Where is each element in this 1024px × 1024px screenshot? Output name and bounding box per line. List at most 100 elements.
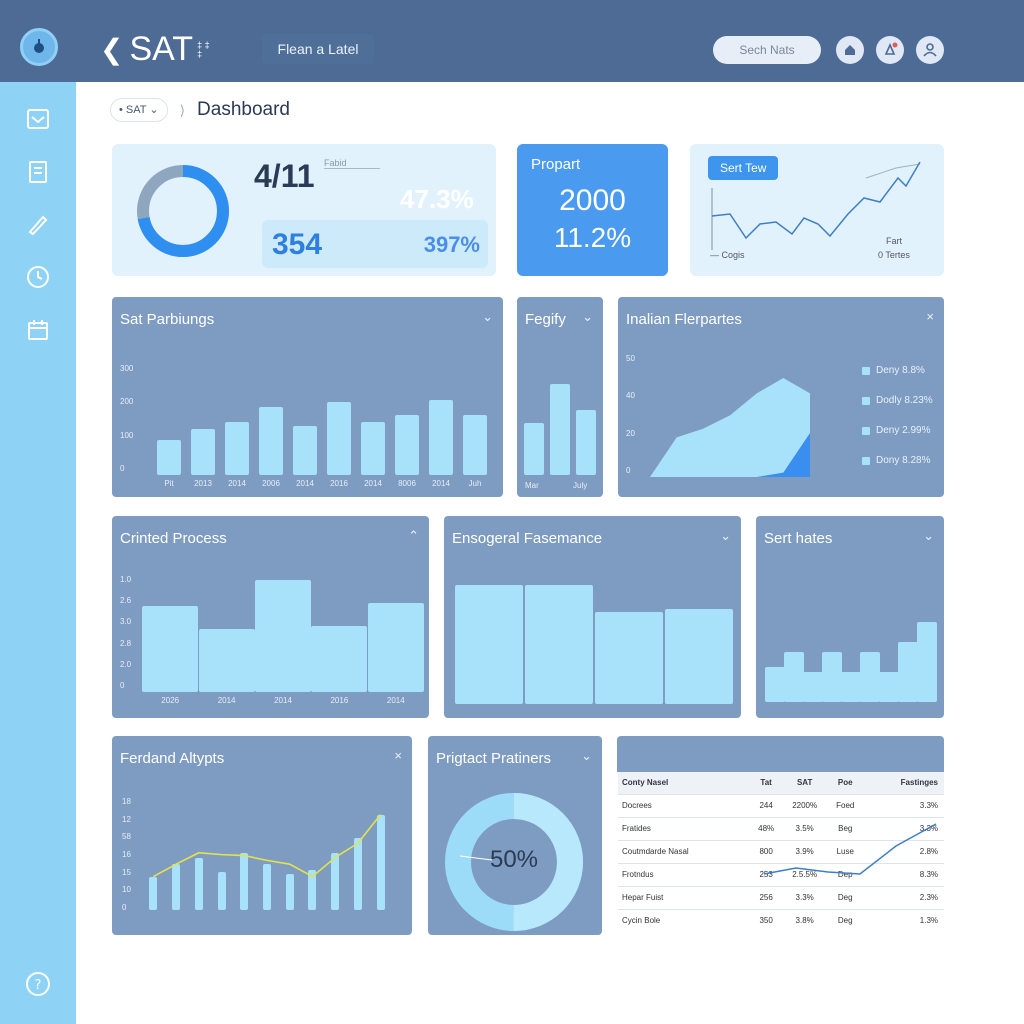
legend-label: Deny 2.99% xyxy=(876,425,931,436)
bar xyxy=(311,625,368,692)
logo-icon[interactable] xyxy=(20,28,58,66)
document-icon[interactable] xyxy=(24,158,52,186)
x-tick-label: 2016 xyxy=(330,696,349,705)
bar xyxy=(595,611,663,704)
trend-card: Sert Tew — Cogis Fart 0 Tertes xyxy=(690,144,944,276)
topbar-link[interactable]: Flean a Latel xyxy=(262,34,374,64)
y-tick-label: 40 xyxy=(626,391,635,401)
close-icon[interactable]: × xyxy=(926,309,934,324)
bar xyxy=(524,423,544,475)
bar xyxy=(803,672,824,702)
bar xyxy=(157,440,181,475)
legend-item: Deny 2.99% xyxy=(862,425,930,436)
table-cell: Hepar Fuist xyxy=(618,885,752,909)
table-cell: Docrees xyxy=(618,793,752,817)
panel-title: Fegify xyxy=(525,311,566,328)
bar xyxy=(859,652,880,702)
table-cell: 3.8% xyxy=(781,908,829,932)
chevron-up-icon[interactable]: ⌃ xyxy=(408,528,419,544)
chevron-left-icon[interactable]: ❮ xyxy=(100,33,123,66)
top-bar: ❮ SAT ‡ ‡ ‡ Flean a Latel Sech Nats xyxy=(0,0,1024,82)
ratio-value: 4/11 xyxy=(254,158,315,194)
home-icon[interactable] xyxy=(836,36,864,64)
chevron-down-icon[interactable]: ⌄ xyxy=(923,528,934,544)
clock-icon[interactable] xyxy=(24,263,52,291)
search-input[interactable]: Sech Nats xyxy=(713,36,821,64)
chevron-down-icon[interactable]: ⌄ xyxy=(720,528,731,544)
chevron-down-icon[interactable]: ⌄ xyxy=(482,309,493,325)
y-tick-label: 0 xyxy=(120,681,125,690)
legend-label: Deny 8.8% xyxy=(876,365,925,376)
panel-fegify: Fegify ⌄ Mar July xyxy=(517,297,603,497)
table-header-row: Conty Nasel Tat SAT Poe Fastinges xyxy=(618,772,944,794)
user-icon[interactable] xyxy=(916,36,944,64)
column-header[interactable]: Tat xyxy=(751,772,782,794)
table-cell: 3.3% xyxy=(781,885,829,909)
bar xyxy=(765,667,786,702)
table-row[interactable]: Hepar Fuist 256 3.3% Deg 2.3% xyxy=(618,885,944,909)
panel-title: Crinted Process xyxy=(120,530,227,547)
bar xyxy=(897,642,918,702)
table-row[interactable]: Docrees 244 2200% Foed 3.3% xyxy=(618,793,944,817)
y-tick-label: 2.0 xyxy=(120,659,132,669)
panel-inalian-flerpartes: Inalian Flerpartes × 50 40 20 0 Deny 8.8% Do… xyxy=(618,297,944,497)
bar xyxy=(841,672,861,702)
table-row[interactable]: Cycin Bole 350 3.8% Deg 1.3% xyxy=(618,908,944,932)
notification-icon[interactable] xyxy=(876,36,904,64)
panel-crinted-process: Crinted Process ⌃ 1.0 2.6 3.0 2.8 2.0 0 2026 2… xyxy=(112,516,429,718)
y-tick-label: 58 xyxy=(122,832,131,842)
table-cell: Foed xyxy=(828,793,863,817)
table-cell: 1.3% xyxy=(862,908,944,932)
close-icon[interactable]: × xyxy=(394,748,402,763)
legend-swatch xyxy=(862,396,870,405)
trend-legend-left: — Cogis xyxy=(710,250,745,260)
column-header[interactable]: SAT xyxy=(781,772,829,794)
table-cell: 256 xyxy=(751,885,782,909)
panel-title: Sat Parbiungs xyxy=(120,311,215,328)
column-header[interactable]: Poe xyxy=(828,772,863,794)
area-series-0 xyxy=(650,378,810,477)
x-tick-label: 2013 xyxy=(194,479,212,488)
bar xyxy=(463,414,487,475)
project-card[interactable]: Propart 2000 11.2% xyxy=(517,144,668,276)
column-header[interactable]: Fastinges xyxy=(862,772,944,794)
x-tick-label: 2014 xyxy=(364,479,382,488)
workspace-selector[interactable]: • SAT ⌄ xyxy=(110,98,168,122)
donut-label: 50% xyxy=(489,846,539,873)
panel-title: Ferdand Altypts xyxy=(120,750,225,767)
bar xyxy=(367,602,424,692)
stats-card: 4/11 Fabid 47.3% 354 397% xyxy=(112,144,496,276)
table-header-bar xyxy=(617,736,944,772)
y-tick-label: 1.0 xyxy=(120,575,132,584)
legend-swatch xyxy=(862,456,870,465)
help-icon[interactable]: ? xyxy=(24,970,52,998)
y-tick-label: 3.0 xyxy=(120,617,132,627)
calendar-icon[interactable] xyxy=(24,316,52,344)
chevron-down-icon[interactable]: ⌄ xyxy=(581,748,592,764)
legend-item: Dodly 8.23% xyxy=(862,395,933,406)
back-title[interactable]: ❮ SAT ‡ ‡ ‡ xyxy=(100,30,211,69)
bar xyxy=(198,628,255,692)
sidebar: ? xyxy=(0,82,76,1024)
pct-bottom: 397% xyxy=(423,232,480,257)
inbox-icon[interactable] xyxy=(24,104,52,132)
table-cell: 3.3% xyxy=(862,793,944,817)
column-header[interactable]: Conty Nasel xyxy=(618,772,752,794)
y-tick-label: 0 xyxy=(120,464,125,473)
panel-title: Prigtact Pratiners xyxy=(436,750,552,767)
legend-swatch xyxy=(862,426,870,435)
y-tick-label: 18 xyxy=(122,797,131,806)
y-tick-label: 20 xyxy=(626,428,635,438)
pct-top: 47.3% xyxy=(400,184,474,214)
panel-ensogeral-fasemance: Ensogeral Fasemance ⌄ xyxy=(444,516,741,718)
x-tick-label: 2014 xyxy=(432,479,450,488)
chevron-down-icon[interactable]: ⌄ xyxy=(582,309,593,325)
bar xyxy=(455,585,523,704)
table-sparkline xyxy=(763,823,937,875)
pen-icon[interactable] xyxy=(24,210,52,238)
bar xyxy=(259,407,283,475)
bar xyxy=(361,421,385,475)
bar xyxy=(525,585,593,704)
bar xyxy=(395,414,419,475)
y-tick-label: 0 xyxy=(122,903,127,912)
